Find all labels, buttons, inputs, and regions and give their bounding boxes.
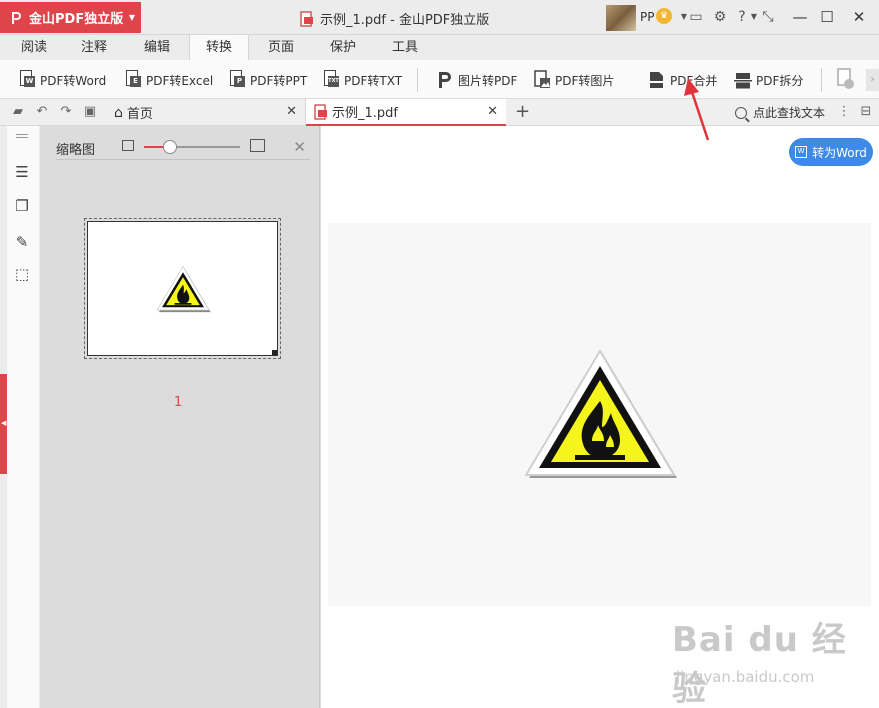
outline-list-icon[interactable]: ☰ [12,162,32,182]
home-icon: ⌂ [114,104,123,121]
tab-annotate[interactable]: 注释 [64,35,124,60]
close-document-tab-icon[interactable]: ✕ [487,104,498,119]
convert-to-word-button[interactable]: W 转为Word [789,138,873,166]
annotation-pen-icon[interactable]: ✎ [12,232,32,252]
tab-tools[interactable]: 工具 [375,35,435,60]
pdf-page[interactable] [328,223,871,606]
tab-convert[interactable]: 转换 [189,35,249,60]
ribbon-divider [417,68,418,92]
page-number-label: 1 [174,395,183,410]
menu-bar: 阅读 注释 编辑 转换 页面 保护 工具 [0,35,879,60]
page-thumbnail[interactable] [84,218,281,359]
thumbnail-header: 缩略图 ✕ [56,136,310,160]
thumbnail-zoom-slider[interactable] [144,140,240,154]
image-to-pdf-icon [439,72,451,88]
compress-icon [837,68,854,89]
pdf-file-icon [300,10,313,27]
convert-word-icon[interactable]: ⬚ [12,264,32,284]
fire-warning-sign-thumbnail [156,265,211,313]
split-icon [734,73,752,89]
message-icon[interactable]: ▭ [688,8,704,26]
zoom-out-image-icon[interactable] [122,140,134,151]
tab-edit[interactable]: 编辑 [127,35,187,60]
open-folder-icon[interactable]: ▰ [10,104,26,120]
zoom-in-image-icon[interactable] [250,139,265,152]
txt-icon: TXT [322,70,340,90]
undo-icon[interactable]: ↶ [34,104,50,120]
excel-icon: E [124,70,142,90]
vip-crown-icon: ♛ [656,8,672,24]
ribbon-scroll-right[interactable]: › [866,69,879,91]
find-text-button[interactable]: 点此查找文本 [735,104,825,121]
user-name[interactable]: PP [640,10,654,24]
tab-home[interactable]: ⌂ 首页 ✕ [106,99,306,126]
image-to-pdf-button[interactable]: 图片转PDF [436,69,517,91]
word-doc-icon: W [795,146,808,158]
tab-current-document[interactable]: 示例_1.pdf ✕ [306,99,506,126]
minimize-button[interactable]: — [786,5,814,29]
word-icon: W [18,70,36,90]
fire-warning-sign [525,350,677,478]
app-menu-button[interactable]: 金山PDF独立版 ▼ [0,2,141,33]
app-menu-caret-icon: ▼ [128,13,135,22]
pdf-merge-button[interactable]: PDF合并 [648,69,717,91]
close-home-tab-icon[interactable]: ✕ [286,104,297,119]
search-icon [735,106,747,119]
pdf-to-image-icon [534,70,550,88]
document-tab-bar: ▰ ↶ ↷ ▣ ⌂ 首页 ✕ 示例_1.pdf ✕ + 点此查找文本 ⋮ ⊟ [0,99,879,126]
thumbnail-title: 缩略图 [56,143,96,158]
panel-collapse-handle[interactable]: ◀ [0,374,7,474]
collapse-arrow-icon: ◀ [1,419,7,427]
rail-grip [16,134,28,135]
pdf-to-txt-button[interactable]: TXT PDF转TXT [322,69,402,91]
maximize-button[interactable]: ☐ [813,5,841,29]
redo-icon[interactable]: ↷ [58,104,74,120]
tab-page[interactable]: 页面 [251,35,311,60]
settings-icon[interactable]: ⚙ [712,8,728,26]
slider-knob[interactable] [162,140,177,154]
convert-ribbon: W PDF转Word E PDF转Excel P PDF转PPT TXT PDF… [0,60,879,99]
more-tools-button[interactable] [836,68,856,90]
ribbon-divider [821,68,822,92]
baidu-watermark: Bai du 经验 [672,620,847,708]
app-logo-icon [12,11,21,24]
window-title: 示例_1.pdf - 金山PDF独立版 [300,9,489,28]
more-options-icon[interactable]: ⋮ [836,104,852,120]
merge-icon [650,72,664,88]
tab-read[interactable]: 阅读 [4,35,64,60]
title-bar: 金山PDF独立版 ▼ 示例_1.pdf - 金山PDF独立版 PP ♛ ▼ ▭ … [0,0,879,35]
pdf-to-word-button[interactable]: W PDF转Word [18,69,106,91]
user-avatar[interactable] [606,5,636,31]
watermark-url: jingyan.baidu.com [676,668,815,686]
pdf-split-button[interactable]: PDF拆分 [734,69,803,91]
pdf-to-excel-button[interactable]: E PDF转Excel [124,69,213,91]
doc-title-text: 示例_1.pdf - 金山PDF独立版 [320,13,490,28]
ppt-icon: P [228,70,246,90]
toolbar-settings-icon[interactable]: ⊟ [858,104,874,120]
save-icon[interactable]: ▣ [82,104,98,120]
thumbnail-panel: 缩略图 ✕ 1 [40,126,320,708]
shrink-icon[interactable]: ⤡ [760,8,776,26]
app-name: 金山PDF独立版 [29,12,124,27]
close-button[interactable]: ✕ [845,5,873,29]
new-tab-icon[interactable]: + [515,101,530,122]
pdf-to-image-button[interactable]: PDF转图片 [533,69,614,91]
tab-protect[interactable]: 保护 [313,35,373,60]
thumbnails-icon[interactable]: ❐ [12,196,32,216]
pdf-to-ppt-button[interactable]: P PDF转PPT [228,69,307,91]
pdf-file-icon [314,103,327,120]
close-thumbnail-panel-icon[interactable]: ✕ [293,138,306,156]
